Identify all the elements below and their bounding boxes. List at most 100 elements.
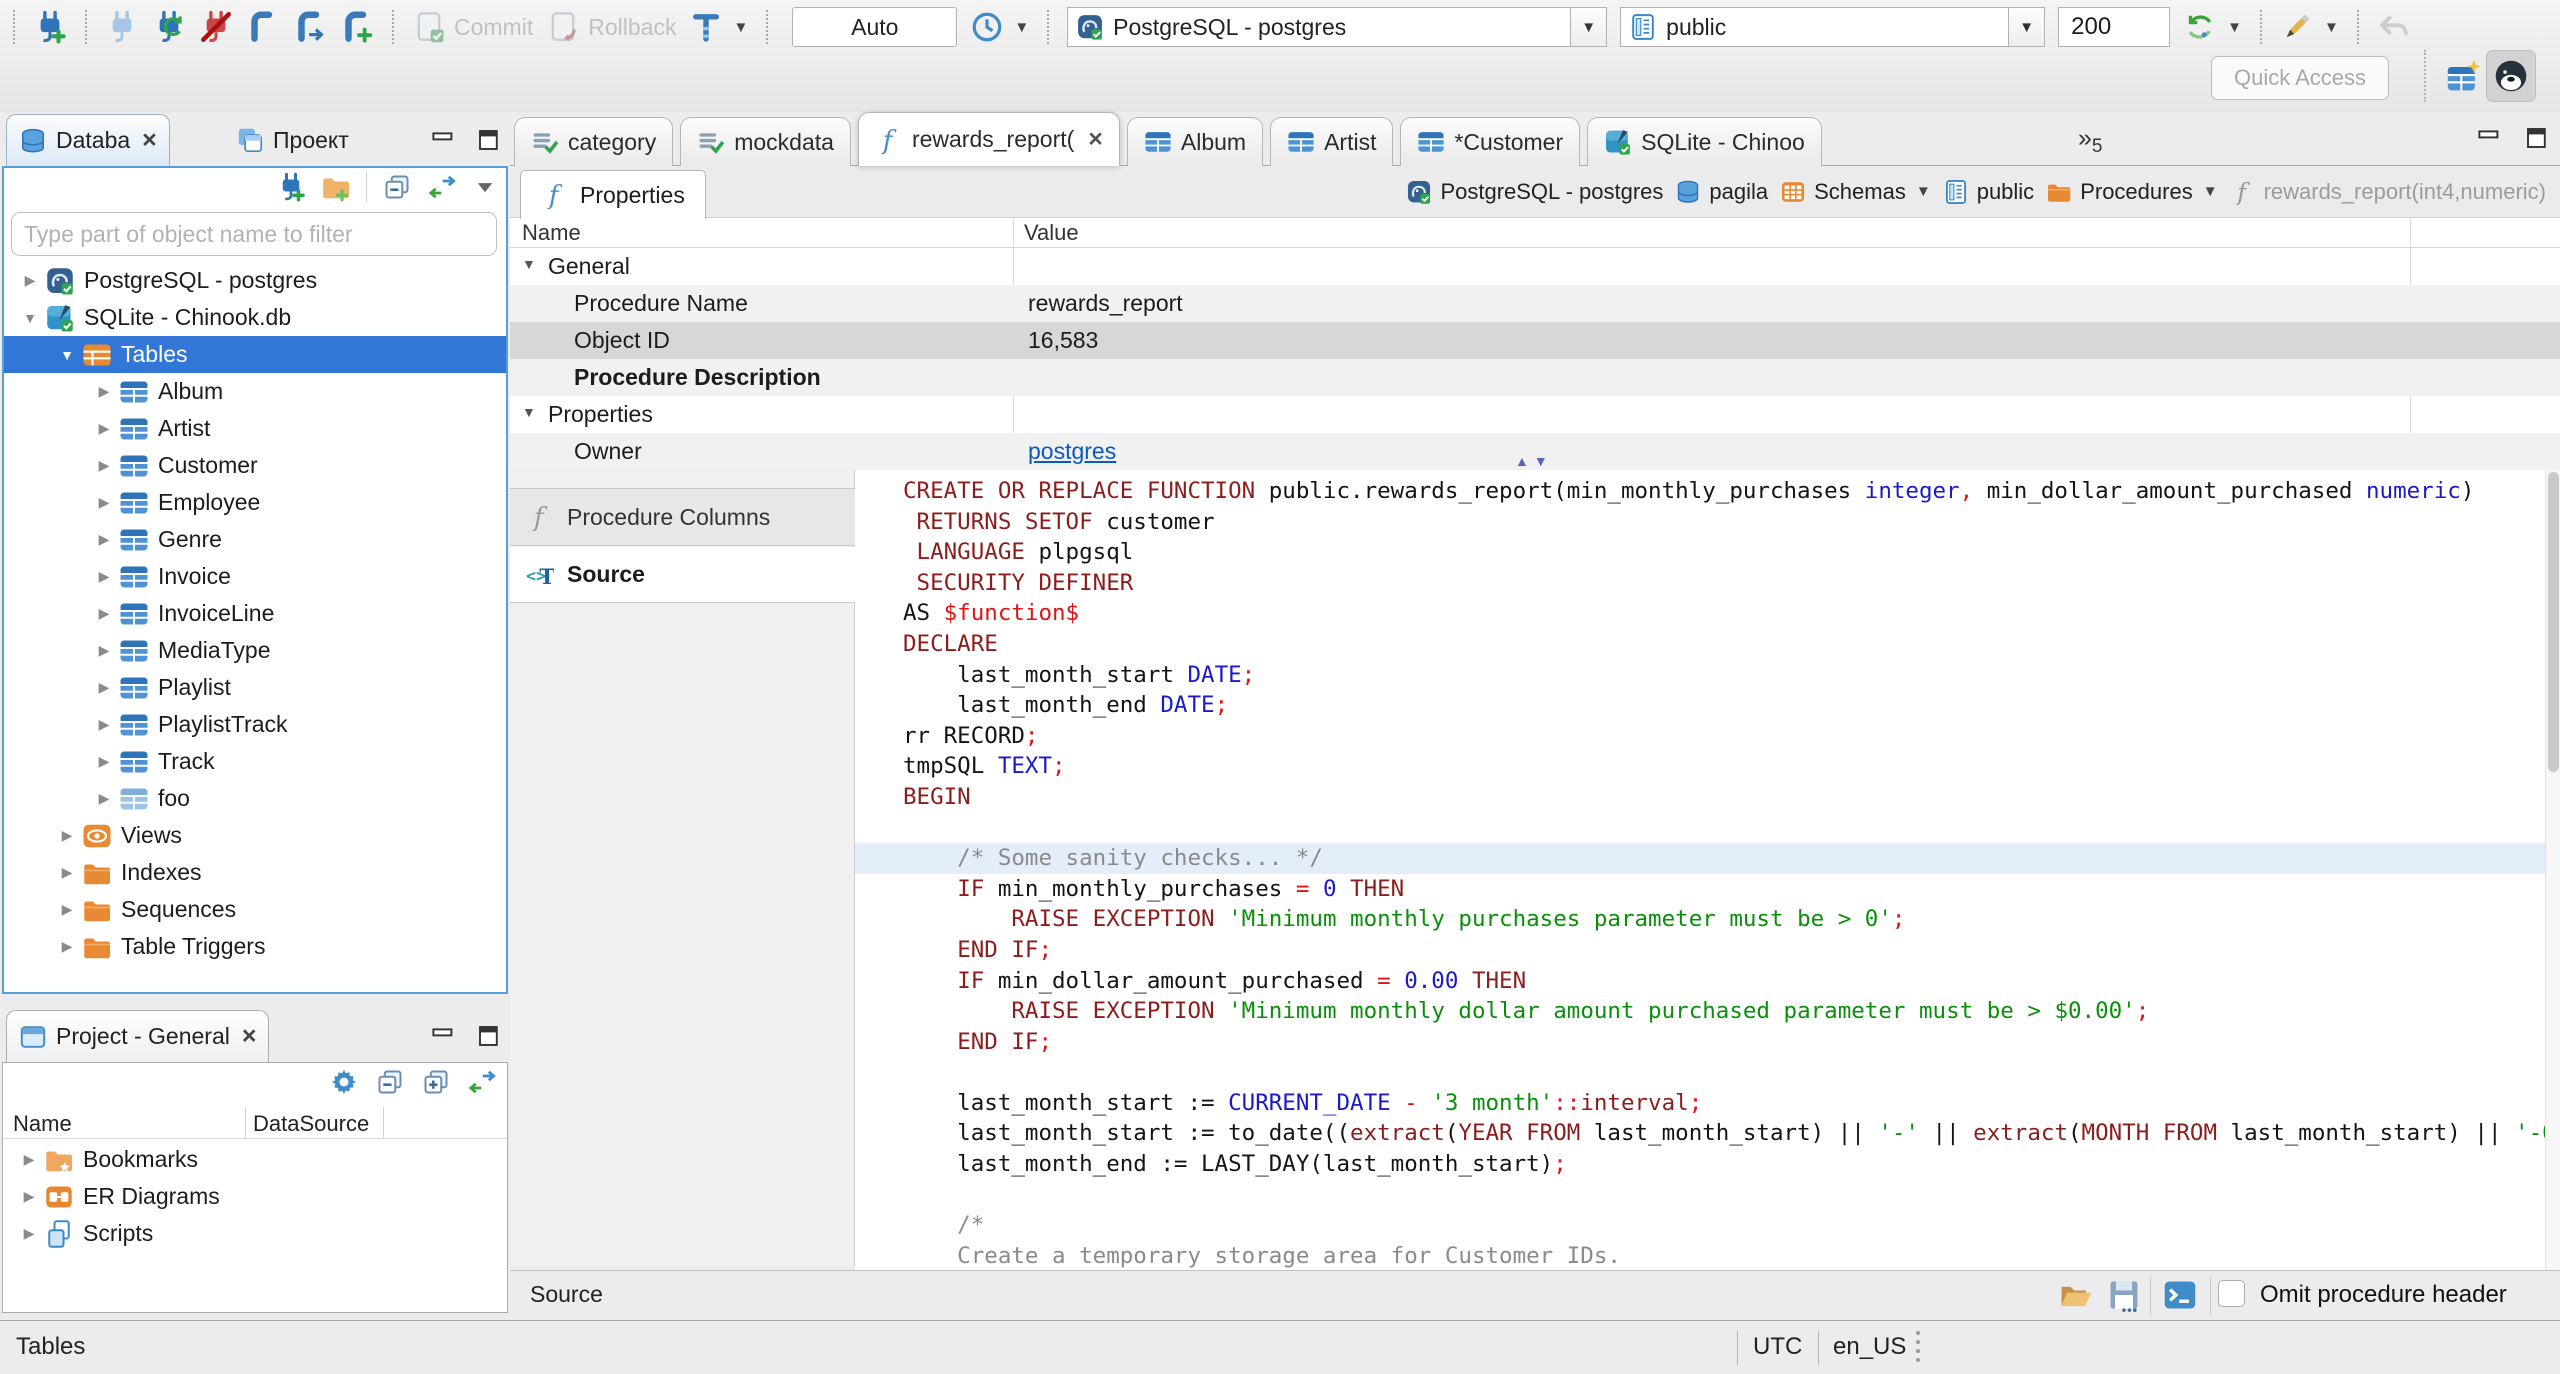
expand-arrow-icon[interactable]: ▶ (92, 383, 116, 400)
expand-arrow-icon[interactable]: ▶ (92, 716, 116, 733)
tree-item-sqlite-chinook-db[interactable]: ▼ SQLite - Chinook.db (4, 299, 506, 336)
editor-tab-artist[interactable]: Artist (1270, 117, 1394, 166)
editor-tab-sqlite-chinoo[interactable]: SQLite - Chinoo (1587, 117, 1822, 166)
property-row-properties[interactable]: ▼ Properties (510, 396, 2560, 433)
expand-arrow-icon[interactable]: ▶ (92, 568, 116, 585)
breadcrumb-public[interactable]: public (1943, 179, 2034, 205)
dropdown-button[interactable]: ▼ (1570, 8, 1607, 46)
dropdown-button[interactable]: ▼ (2008, 8, 2045, 46)
collapse-all-icon[interactable] (375, 1067, 405, 1097)
disconnect-icon[interactable] (199, 10, 233, 44)
editor-tab-rewards-report[interactable]: f rewards_report(× (857, 112, 1120, 166)
sql-editor-icon[interactable] (246, 10, 280, 44)
transaction-mode-button[interactable]: ▼ (689, 10, 748, 44)
maximize-icon[interactable] (476, 128, 502, 152)
tab-projects[interactable]: Проект (224, 114, 361, 166)
tree-item-table-triggers[interactable]: ▶ Table Triggers (4, 928, 506, 965)
source-code-viewer[interactable]: CREATE OR REPLACE FUNCTION public.reward… (855, 470, 2545, 1270)
new-connection-icon[interactable] (33, 10, 67, 44)
open-console-icon[interactable] (2162, 1277, 2198, 1313)
new-folder-icon[interactable] (321, 172, 351, 202)
close-icon[interactable]: × (142, 126, 157, 155)
new-connection-icon[interactable] (276, 172, 306, 202)
tab-properties[interactable]: f Properties (520, 170, 706, 219)
active-connection-combo[interactable]: PostgreSQL - postgres ▼ (1067, 7, 1608, 47)
expand-arrow-icon[interactable]: ▶ (55, 827, 79, 844)
expand-arrow-icon[interactable]: ▶ (92, 679, 116, 696)
editor-tab-album[interactable]: Album (1126, 117, 1264, 166)
quick-access-box[interactable]: Quick Access (2211, 56, 2389, 100)
link-with-editor-icon[interactable] (427, 172, 457, 202)
maximize-icon[interactable] (2524, 126, 2550, 150)
tab-project-general[interactable]: Project - General × (6, 1010, 270, 1062)
expand-arrow-icon[interactable]: ▶ (92, 642, 116, 659)
tree-item-playlisttrack[interactable]: ▶ PlaylistTrack (4, 706, 506, 743)
collapse-arrow-icon[interactable]: ▼ (522, 256, 536, 272)
rollback-button[interactable]: Rollback (546, 10, 676, 44)
breadcrumb-schemas[interactable]: Schemas ▼ (1780, 179, 1931, 205)
reconnect-icon[interactable] (152, 10, 186, 44)
tree-item-foo[interactable]: ▶ foo (4, 780, 506, 817)
expand-arrow-icon[interactable]: ▶ (92, 420, 116, 437)
collapse-all-icon[interactable] (382, 172, 412, 202)
expand-arrow-icon[interactable]: ▶ (92, 753, 116, 770)
expand-arrow-icon[interactable]: ▶ (92, 790, 116, 807)
save-to-file-icon[interactable] (2106, 1277, 2142, 1313)
expand-arrow-icon[interactable]: ▶ (18, 272, 42, 289)
view-menu-icon[interactable] (472, 174, 498, 200)
editor-tab-category[interactable]: category (514, 117, 674, 166)
new-sql-editor-icon[interactable] (340, 10, 374, 44)
close-icon[interactable]: × (1088, 125, 1103, 154)
vertical-scrollbar[interactable] (2545, 470, 2560, 1270)
tree-item-playlist[interactable]: ▶ Playlist (4, 669, 506, 706)
property-value[interactable]: postgres (1028, 438, 1116, 465)
open-perspective-icon[interactable] (2446, 58, 2482, 94)
scrollbar-thumb[interactable] (2548, 472, 2559, 772)
commit-mode-combo[interactable]: Auto (792, 7, 958, 47)
project-item-scripts[interactable]: ▶ Scripts (3, 1215, 507, 1252)
tab-overflow-button[interactable]: »5 (2078, 124, 2102, 157)
breadcrumb-rewards-report-int4-numeric[interactable]: f rewards_report(int4,numeric) (2230, 179, 2546, 205)
breadcrumb-postgresql-postgres[interactable]: PostgreSQL - postgres (1406, 179, 1663, 205)
tree-item-album[interactable]: ▶ Album (4, 373, 506, 410)
collapse-arrow-icon[interactable]: ▼ (18, 310, 42, 326)
property-row-object-id[interactable]: Object ID 16,583 (510, 322, 2560, 359)
tree-item-invoiceline[interactable]: ▶ InvoiceLine (4, 595, 506, 632)
tree-item-data-types[interactable]: ▶Data Types (4, 965, 506, 970)
expand-arrow-icon[interactable]: ▶ (92, 494, 116, 511)
breadcrumb-pagila[interactable]: pagila (1675, 179, 1768, 205)
minimize-icon[interactable] (430, 128, 456, 152)
tree-item-artist[interactable]: ▶ Artist (4, 410, 506, 447)
property-row-general[interactable]: ▼ General (510, 248, 2560, 285)
connect-icon[interactable] (105, 10, 139, 44)
editor-tab-mockdata[interactable]: mockdata (680, 117, 851, 166)
expand-arrow-icon[interactable]: ▶ (55, 864, 79, 881)
tree-item-invoice[interactable]: ▶ Invoice (4, 558, 506, 595)
history-button[interactable]: ▼ (970, 10, 1029, 44)
collapse-arrow-icon[interactable]: ▼ (55, 347, 79, 363)
collapse-arrow-icon[interactable]: ▼ (522, 404, 536, 420)
open-sql-script-icon[interactable] (293, 10, 327, 44)
fetch-size-input[interactable]: 200 (2058, 7, 2171, 47)
splitter-arrows[interactable]: ▲ ▼ (1515, 453, 1548, 469)
tab-database-navigator[interactable]: Databa × (6, 114, 170, 166)
expand-arrow-icon[interactable]: ▶ (92, 457, 116, 474)
close-icon[interactable]: × (242, 1022, 257, 1051)
active-schema-combo[interactable]: public ▼ (1620, 7, 2046, 47)
expand-arrow-icon[interactable]: ▶ (55, 938, 79, 955)
dbeaver-perspective-button[interactable] (2486, 50, 2536, 102)
object-filter-input[interactable] (11, 212, 497, 256)
project-item-bookmarks[interactable]: ▶ Bookmarks (3, 1141, 507, 1178)
tree-item-views[interactable]: ▶ Views (4, 817, 506, 854)
maximize-icon[interactable] (476, 1024, 502, 1048)
expand-arrow-icon[interactable]: ▶ (92, 531, 116, 548)
minimize-icon[interactable] (2476, 126, 2502, 150)
tree-item-customer[interactable]: ▶ Customer (4, 447, 506, 484)
compare-button[interactable]: ▼ (2280, 10, 2339, 44)
tree-item-employee[interactable]: ▶ Employee (4, 484, 506, 521)
subtab-procedure-columns[interactable]: f Procedure Columns (510, 488, 855, 546)
expand-arrow-icon[interactable]: ▶ (92, 605, 116, 622)
tree-item-genre[interactable]: ▶ Genre (4, 521, 506, 558)
expand-arrow-icon[interactable]: ▶ (55, 901, 79, 918)
expand-all-icon[interactable] (421, 1067, 451, 1097)
